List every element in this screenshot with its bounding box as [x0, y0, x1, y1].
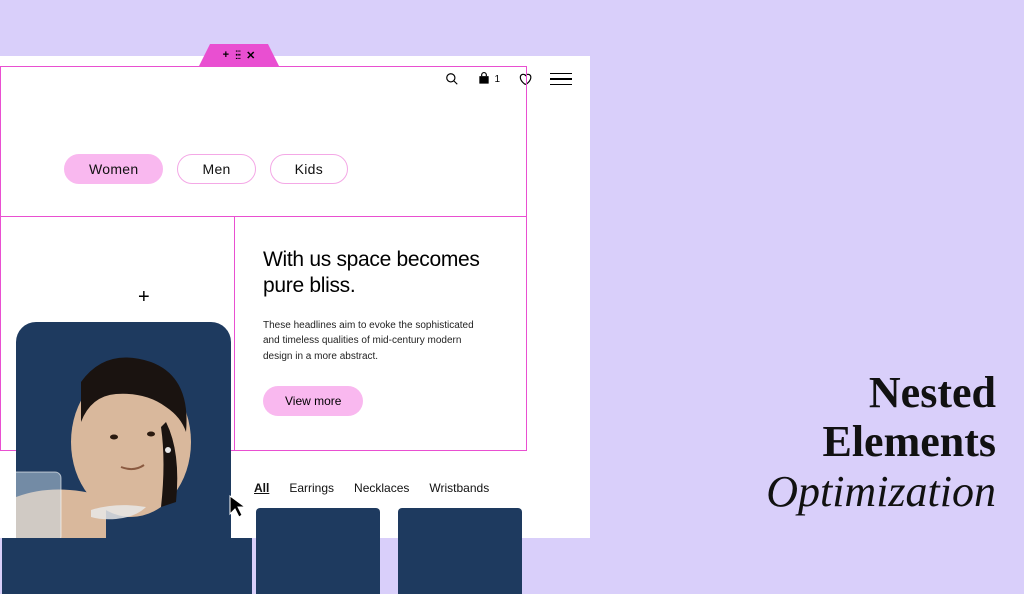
subcategory-tabs: All Earrings Necklaces Wristbands — [254, 481, 489, 495]
drag-handle-icon[interactable]: :::::: — [235, 51, 240, 59]
hero-headline: With us space becomes pure bliss. — [263, 247, 503, 300]
category-tab-kids[interactable]: Kids — [270, 154, 348, 184]
wishlist-icon[interactable] — [518, 72, 532, 86]
promo-line-2: Elements — [766, 417, 996, 466]
category-tab-men[interactable]: Men — [177, 154, 255, 184]
subcat-all[interactable]: All — [254, 481, 269, 495]
cart-count: 1 — [494, 74, 500, 85]
add-element-icon[interactable]: + — [138, 286, 150, 309]
add-section-icon[interactable]: + — [223, 49, 229, 61]
search-icon[interactable] — [445, 72, 459, 86]
cursor-icon — [228, 494, 248, 523]
menu-icon[interactable] — [550, 73, 572, 86]
promo-line-3: Optimization — [766, 467, 996, 516]
design-canvas: + :::::: ✕ 1 Women Men Kids With us spac… — [0, 56, 590, 538]
hero-image[interactable] — [16, 322, 231, 538]
promo-line-1: Nested — [766, 368, 996, 417]
subcat-wristbands[interactable]: Wristbands — [429, 481, 489, 495]
header-toolbar: 1 — [445, 72, 572, 86]
category-tab-women[interactable]: Women — [64, 154, 163, 184]
product-thumb[interactable] — [256, 508, 380, 594]
delete-section-icon[interactable]: ✕ — [246, 49, 255, 62]
product-thumbnails — [256, 508, 522, 594]
category-tabs: Women Men Kids — [64, 154, 348, 184]
hero-text-block: With us space becomes pure bliss. These … — [234, 217, 527, 451]
subcat-necklaces[interactable]: Necklaces — [354, 481, 409, 495]
view-more-button[interactable]: View more — [263, 386, 363, 416]
section-editor-tab[interactable]: + :::::: ✕ — [210, 44, 268, 66]
cart-button[interactable]: 1 — [477, 72, 500, 86]
promo-headline: Nested Elements Optimization — [766, 368, 996, 516]
hero-body: These headlines aim to evoke the sophist… — [263, 318, 493, 365]
product-thumb[interactable] — [398, 508, 522, 594]
product-thumb[interactable] — [2, 538, 252, 594]
subcat-earrings[interactable]: Earrings — [289, 481, 334, 495]
